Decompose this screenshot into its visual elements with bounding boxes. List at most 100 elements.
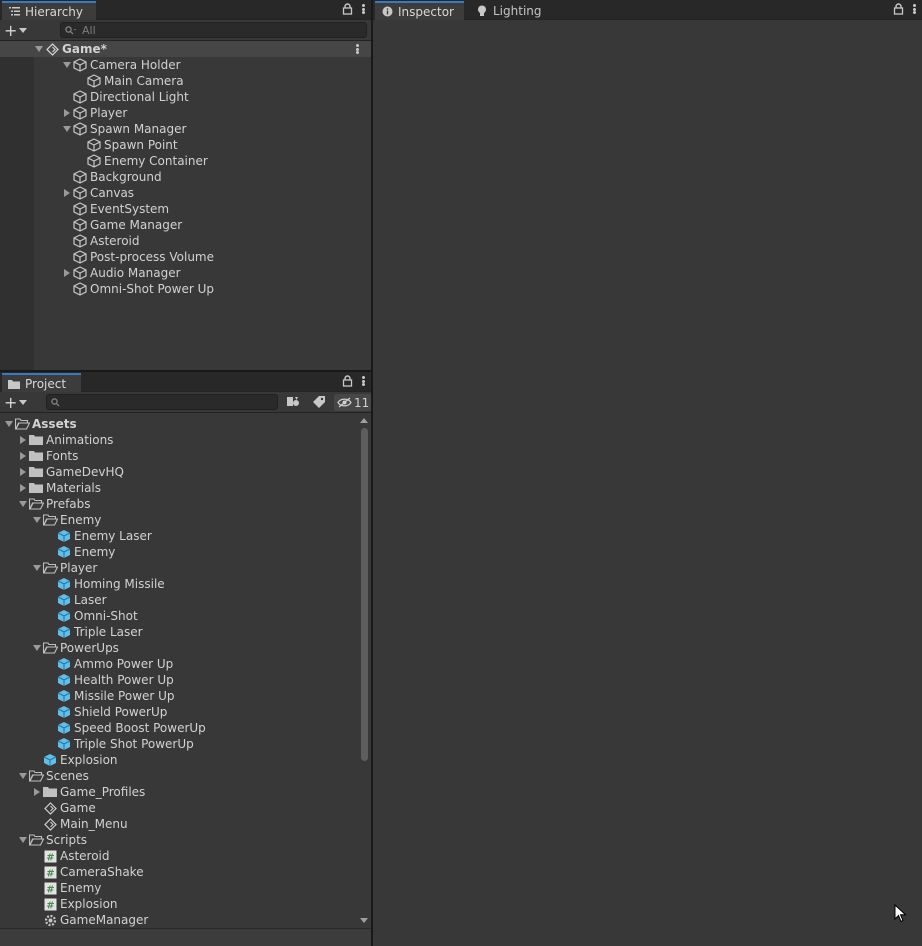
project-item[interactable]: Ammo Power Up	[0, 656, 371, 672]
tab-lighting[interactable]: Lighting	[470, 1, 548, 20]
expand-arrow-icon[interactable]	[32, 784, 42, 800]
scene-menu-icon[interactable]	[353, 43, 361, 55]
filter-by-label-icon[interactable]	[312, 395, 326, 409]
project-item[interactable]: Speed Boost PowerUp	[0, 720, 371, 736]
project-item[interactable]: Scripts	[0, 832, 371, 848]
hierarchy-item-label: Background	[90, 170, 162, 184]
lock-icon[interactable]	[893, 3, 904, 15]
prefab-cube-icon	[56, 656, 72, 672]
project-item[interactable]: Triple Laser	[0, 624, 371, 640]
project-item[interactable]: Assets	[0, 416, 371, 432]
no-arrow-spacer	[62, 217, 72, 233]
create-asset-button[interactable]: +	[4, 394, 34, 411]
kebab-menu-icon[interactable]	[910, 3, 918, 15]
project-item[interactable]: Scenes	[0, 768, 371, 784]
project-search-input[interactable]	[46, 394, 278, 410]
project-item[interactable]: Homing Missile	[0, 576, 371, 592]
project-item[interactable]: Prefabs	[0, 496, 371, 512]
project-item[interactable]: Triple Shot PowerUp	[0, 736, 371, 752]
project-item[interactable]: Omni-Shot	[0, 608, 371, 624]
expand-arrow-icon[interactable]	[34, 41, 44, 57]
expand-arrow-icon[interactable]	[62, 105, 72, 121]
hierarchy-item[interactable]: Spawn Point	[0, 137, 371, 153]
hierarchy-item[interactable]: Camera Holder	[0, 57, 371, 73]
project-item[interactable]: Materials	[0, 480, 371, 496]
hierarchy-item[interactable]: Omni-Shot Power Up	[0, 281, 371, 297]
scroll-thumb[interactable]	[361, 428, 368, 761]
project-item[interactable]: Explosion	[0, 752, 371, 768]
tab-inspector[interactable]: Inspector	[375, 1, 464, 20]
kebab-menu-icon[interactable]	[359, 3, 367, 15]
hierarchy-item[interactable]: Spawn Manager	[0, 121, 371, 137]
project-item[interactable]: GameManager	[0, 912, 371, 928]
project-item-label: Explosion	[60, 753, 118, 767]
collapse-arrow-icon[interactable]	[32, 560, 42, 576]
project-item[interactable]: Fonts	[0, 448, 371, 464]
project-item[interactable]: Enemy	[0, 544, 371, 560]
hierarchy-item[interactable]: Background	[0, 169, 371, 185]
gameobject-cube-icon	[72, 121, 88, 137]
gameobject-cube-icon	[72, 281, 88, 297]
project-item[interactable]: Game_Profiles	[0, 784, 371, 800]
project-item[interactable]: # Enemy	[0, 880, 371, 896]
project-item[interactable]: Main_Menu	[0, 816, 371, 832]
project-item[interactable]: Shield PowerUp	[0, 704, 371, 720]
tab-hierarchy[interactable]: Hierarchy	[2, 1, 96, 20]
hierarchy-item[interactable]: Asteroid	[0, 233, 371, 249]
hierarchy-item[interactable]: Main Camera	[0, 73, 371, 89]
kebab-menu-icon[interactable]	[359, 375, 367, 387]
hierarchy-item[interactable]: Audio Manager	[0, 265, 371, 281]
hidden-packages-toggle[interactable]: 11	[334, 394, 371, 411]
expand-arrow-icon[interactable]	[62, 265, 72, 281]
project-item[interactable]: GameDevHQ	[0, 464, 371, 480]
scene-header[interactable]: Game*	[0, 41, 371, 57]
project-item[interactable]: # Asteroid	[0, 848, 371, 864]
project-item[interactable]: # CameraShake	[0, 864, 371, 880]
project-item[interactable]: Missile Power Up	[0, 688, 371, 704]
collapse-arrow-icon[interactable]	[62, 121, 72, 137]
expand-arrow-icon[interactable]	[18, 464, 28, 480]
collapse-arrow-icon[interactable]	[62, 57, 72, 73]
project-item[interactable]: Enemy Laser	[0, 528, 371, 544]
project-item[interactable]: Animations	[0, 432, 371, 448]
collapse-arrow-icon[interactable]	[4, 416, 14, 432]
expand-arrow-icon[interactable]	[18, 432, 28, 448]
expand-arrow-icon[interactable]	[18, 448, 28, 464]
lock-icon[interactable]	[342, 375, 353, 387]
hierarchy-item[interactable]: Directional Light	[0, 89, 371, 105]
hierarchy-item[interactable]: Player	[0, 105, 371, 121]
create-button[interactable]: +	[4, 22, 34, 39]
hierarchy-item[interactable]: Enemy Container	[0, 153, 371, 169]
tab-project[interactable]: Project	[2, 373, 81, 392]
hierarchy-item[interactable]: Canvas	[0, 185, 371, 201]
collapse-arrow-icon[interactable]	[18, 496, 28, 512]
expand-arrow-icon[interactable]	[18, 480, 28, 496]
list-icon	[8, 6, 20, 18]
collapse-arrow-icon[interactable]	[18, 768, 28, 784]
project-item[interactable]: Laser	[0, 592, 371, 608]
hierarchy-item[interactable]: EventSystem	[0, 201, 371, 217]
project-scrollbar[interactable]	[359, 416, 369, 926]
lock-icon[interactable]	[342, 3, 353, 15]
hierarchy-search-input[interactable]: All	[60, 22, 367, 38]
collapse-arrow-icon[interactable]	[32, 640, 42, 656]
project-item[interactable]: Player	[0, 560, 371, 576]
no-arrow-spacer	[76, 153, 86, 169]
collapse-arrow-icon[interactable]	[18, 832, 28, 848]
project-item[interactable]: Enemy	[0, 512, 371, 528]
gameobject-cube-icon	[72, 89, 88, 105]
expand-arrow-icon[interactable]	[62, 185, 72, 201]
project-item[interactable]: Game	[0, 800, 371, 816]
scroll-up-icon[interactable]	[360, 418, 368, 423]
project-item[interactable]: Health Power Up	[0, 672, 371, 688]
inspector-tabbar: Inspector Lighting	[373, 0, 922, 20]
project-item[interactable]: # Explosion	[0, 896, 371, 912]
collapse-arrow-icon[interactable]	[32, 512, 42, 528]
hierarchy-item[interactable]: Game Manager	[0, 217, 371, 233]
scroll-down-icon[interactable]	[360, 918, 368, 923]
hierarchy-item[interactable]: Post-process Volume	[0, 249, 371, 265]
hierarchy-item-label: Spawn Manager	[90, 122, 187, 136]
eye-slash-icon	[337, 397, 352, 408]
filter-by-type-icon[interactable]	[286, 395, 300, 409]
project-item[interactable]: PowerUps	[0, 640, 371, 656]
